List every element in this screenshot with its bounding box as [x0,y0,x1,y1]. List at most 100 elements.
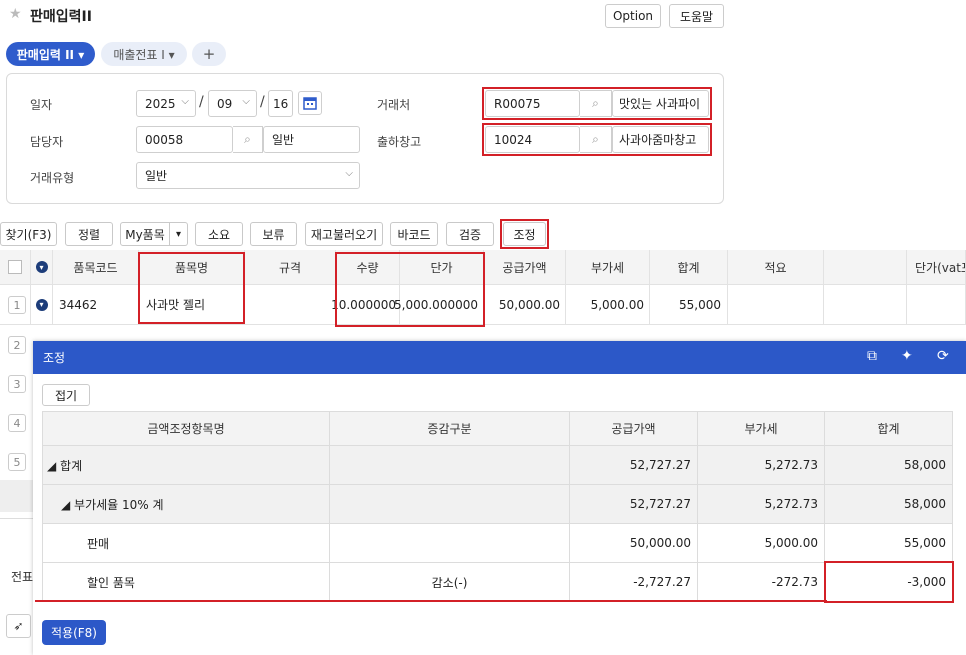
col-vat[interactable]: 부가세 [698,411,825,446]
row-discount-kind[interactable]: 감소(-) [330,563,570,602]
select-all-cell [0,250,31,285]
cell-spec[interactable] [245,285,336,325]
discount-total-highlight-box [824,561,954,603]
cell-item-code[interactable]: 34462 [53,285,139,325]
row-discount-vat[interactable]: -272.73 [698,563,825,602]
add-tab-button[interactable]: + [192,42,226,66]
form-card: 일자 2025 ⌵ / 09 ⌵ / 16 담당자 00058 ⌕ 일반 거래유… [6,73,724,204]
col-supply[interactable]: 공급가액 [484,250,566,285]
month-select[interactable]: 09 ⌵ [208,90,257,117]
date-label: 일자 [30,98,53,112]
external-link-icon[interactable]: ⧉ [867,348,877,364]
chevron-down-icon: ⌵ [181,96,189,107]
slip-label: 전표 [11,570,34,584]
cell-blank[interactable] [824,285,907,325]
calendar-button[interactable] [298,91,322,115]
row-total-supply: 52,727.27 [570,446,698,485]
cell-memo[interactable] [728,285,824,325]
pin-icon[interactable]: ✦ [901,348,913,364]
col-total[interactable]: 합계 [650,250,728,285]
popup-title: 조정 [43,351,66,365]
col-adjust-item[interactable]: 금액조정항목명 [42,411,330,446]
month-value: 09 [217,96,233,111]
my-items-button[interactable]: My품목 [120,222,170,246]
row-total-sum: 58,000 [825,446,953,485]
row-number[interactable]: 5 [8,453,26,471]
manager-code-input[interactable]: 00058 [136,126,233,153]
col-total[interactable]: 합계 [825,411,953,446]
consumption-button[interactable]: 소요 [195,222,243,246]
chevron-down-icon: ⌵ [242,96,250,107]
item-name-highlight-box [138,252,245,324]
col-item-code[interactable]: 품목코드 [53,250,139,285]
expand-header-cell: ▾ [31,250,53,285]
row-number[interactable]: 3 [8,375,26,393]
year-select[interactable]: 2025 ⌵ [136,90,196,117]
calendar-icon [303,97,317,110]
col-spec[interactable]: 규격 [245,250,336,285]
day-input[interactable]: 16 [268,90,293,117]
row-sales-supply: 50,000.00 [570,524,698,563]
cell-vat[interactable]: 5,000.00 [566,285,650,325]
row-discount-name[interactable]: 할인 품목 [42,563,330,602]
row-total-kind [330,446,570,485]
search-icon[interactable]: ⌕ [233,126,263,153]
manager-name-input[interactable]: 일반 [263,126,360,153]
row-vat10-name[interactable]: ◢ 부가세율 10% 계 [42,485,330,524]
customer-label: 거래처 [377,98,411,112]
warehouse-highlight-box [482,123,712,156]
customer-highlight-box [482,87,712,120]
send-button[interactable]: ➶ [6,614,31,638]
sort-button[interactable]: 정렬 [65,222,113,246]
col-blank[interactable] [824,250,907,285]
popup-header: 조정 ⧉ ✦ ⟳ [33,341,966,374]
row-vat10-supply: 52,727.27 [570,485,698,524]
select-all-checkbox[interactable] [8,260,22,274]
bottom-panel-edge [0,518,33,598]
row-number[interactable]: 4 [8,414,26,432]
row-sales-name[interactable]: 판매 [42,524,330,563]
row-number[interactable]: 1 [8,296,26,314]
warehouse-label: 출하창고 [377,135,422,149]
hold-button[interactable]: 보류 [250,222,297,246]
row-total-vat: 5,272.73 [698,446,825,485]
top-bar: ★ 판매입력II Option 도움말 [0,0,966,34]
col-vat[interactable]: 부가세 [566,250,650,285]
fold-button[interactable]: 접기 [42,384,90,406]
trade-type-select[interactable]: 일반 ⌵ [136,162,360,189]
my-items-dropdown[interactable]: ▾ [170,222,188,246]
star-icon[interactable]: ★ [9,6,22,22]
apply-button[interactable]: 적용(F8) [42,620,106,645]
trade-type-label: 거래유형 [30,171,75,185]
grid-footer-strip [0,480,33,512]
barcode-button[interactable]: 바코드 [390,222,438,246]
load-inventory-button[interactable]: 재고불러오기 [305,222,383,246]
row-number[interactable]: 2 [8,336,26,354]
option-button[interactable]: Option [605,4,661,28]
row-sales-kind [330,524,570,563]
cell-total[interactable]: 55,000 [650,285,728,325]
cell-supply[interactable]: 50,000.00 [484,285,566,325]
verify-button[interactable]: 검증 [446,222,494,246]
manager-label: 담당자 [30,135,64,149]
qty-price-highlight-box [335,252,485,327]
cell-price-vat[interactable] [907,285,966,325]
row-total-name[interactable]: ◢ 합계 [42,446,330,485]
col-memo[interactable]: 적요 [728,250,824,285]
tab-sales-input[interactable]: 판매입력 II ▾ [6,42,95,66]
row-vat10-sum: 58,000 [825,485,953,524]
row-vat10-kind [330,485,570,524]
row-expand-cell: ▾ [31,285,53,325]
refresh-icon[interactable]: ⟳ [937,348,949,364]
col-price-vat[interactable]: 단가(vat포 [907,250,966,285]
tab-sales-slip[interactable]: 매출전표 I ▾ [101,42,187,66]
help-button[interactable]: 도움말 [669,4,724,28]
col-change-type[interactable]: 증감구분 [330,411,570,446]
adjust-popup: 조정 ⧉ ✦ ⟳ 접기 금액조정항목명 증감구분 공급가액 부가세 합계 ◢ 합… [33,341,966,655]
col-supply[interactable]: 공급가액 [570,411,698,446]
expand-all-icon[interactable]: ▾ [35,261,48,273]
row-expand-icon[interactable]: ▾ [35,298,48,311]
find-button[interactable]: 찾기(F3) [0,222,57,246]
row-discount-supply[interactable]: -2,727.27 [570,563,698,602]
send-icon: ➶ [13,619,24,633]
